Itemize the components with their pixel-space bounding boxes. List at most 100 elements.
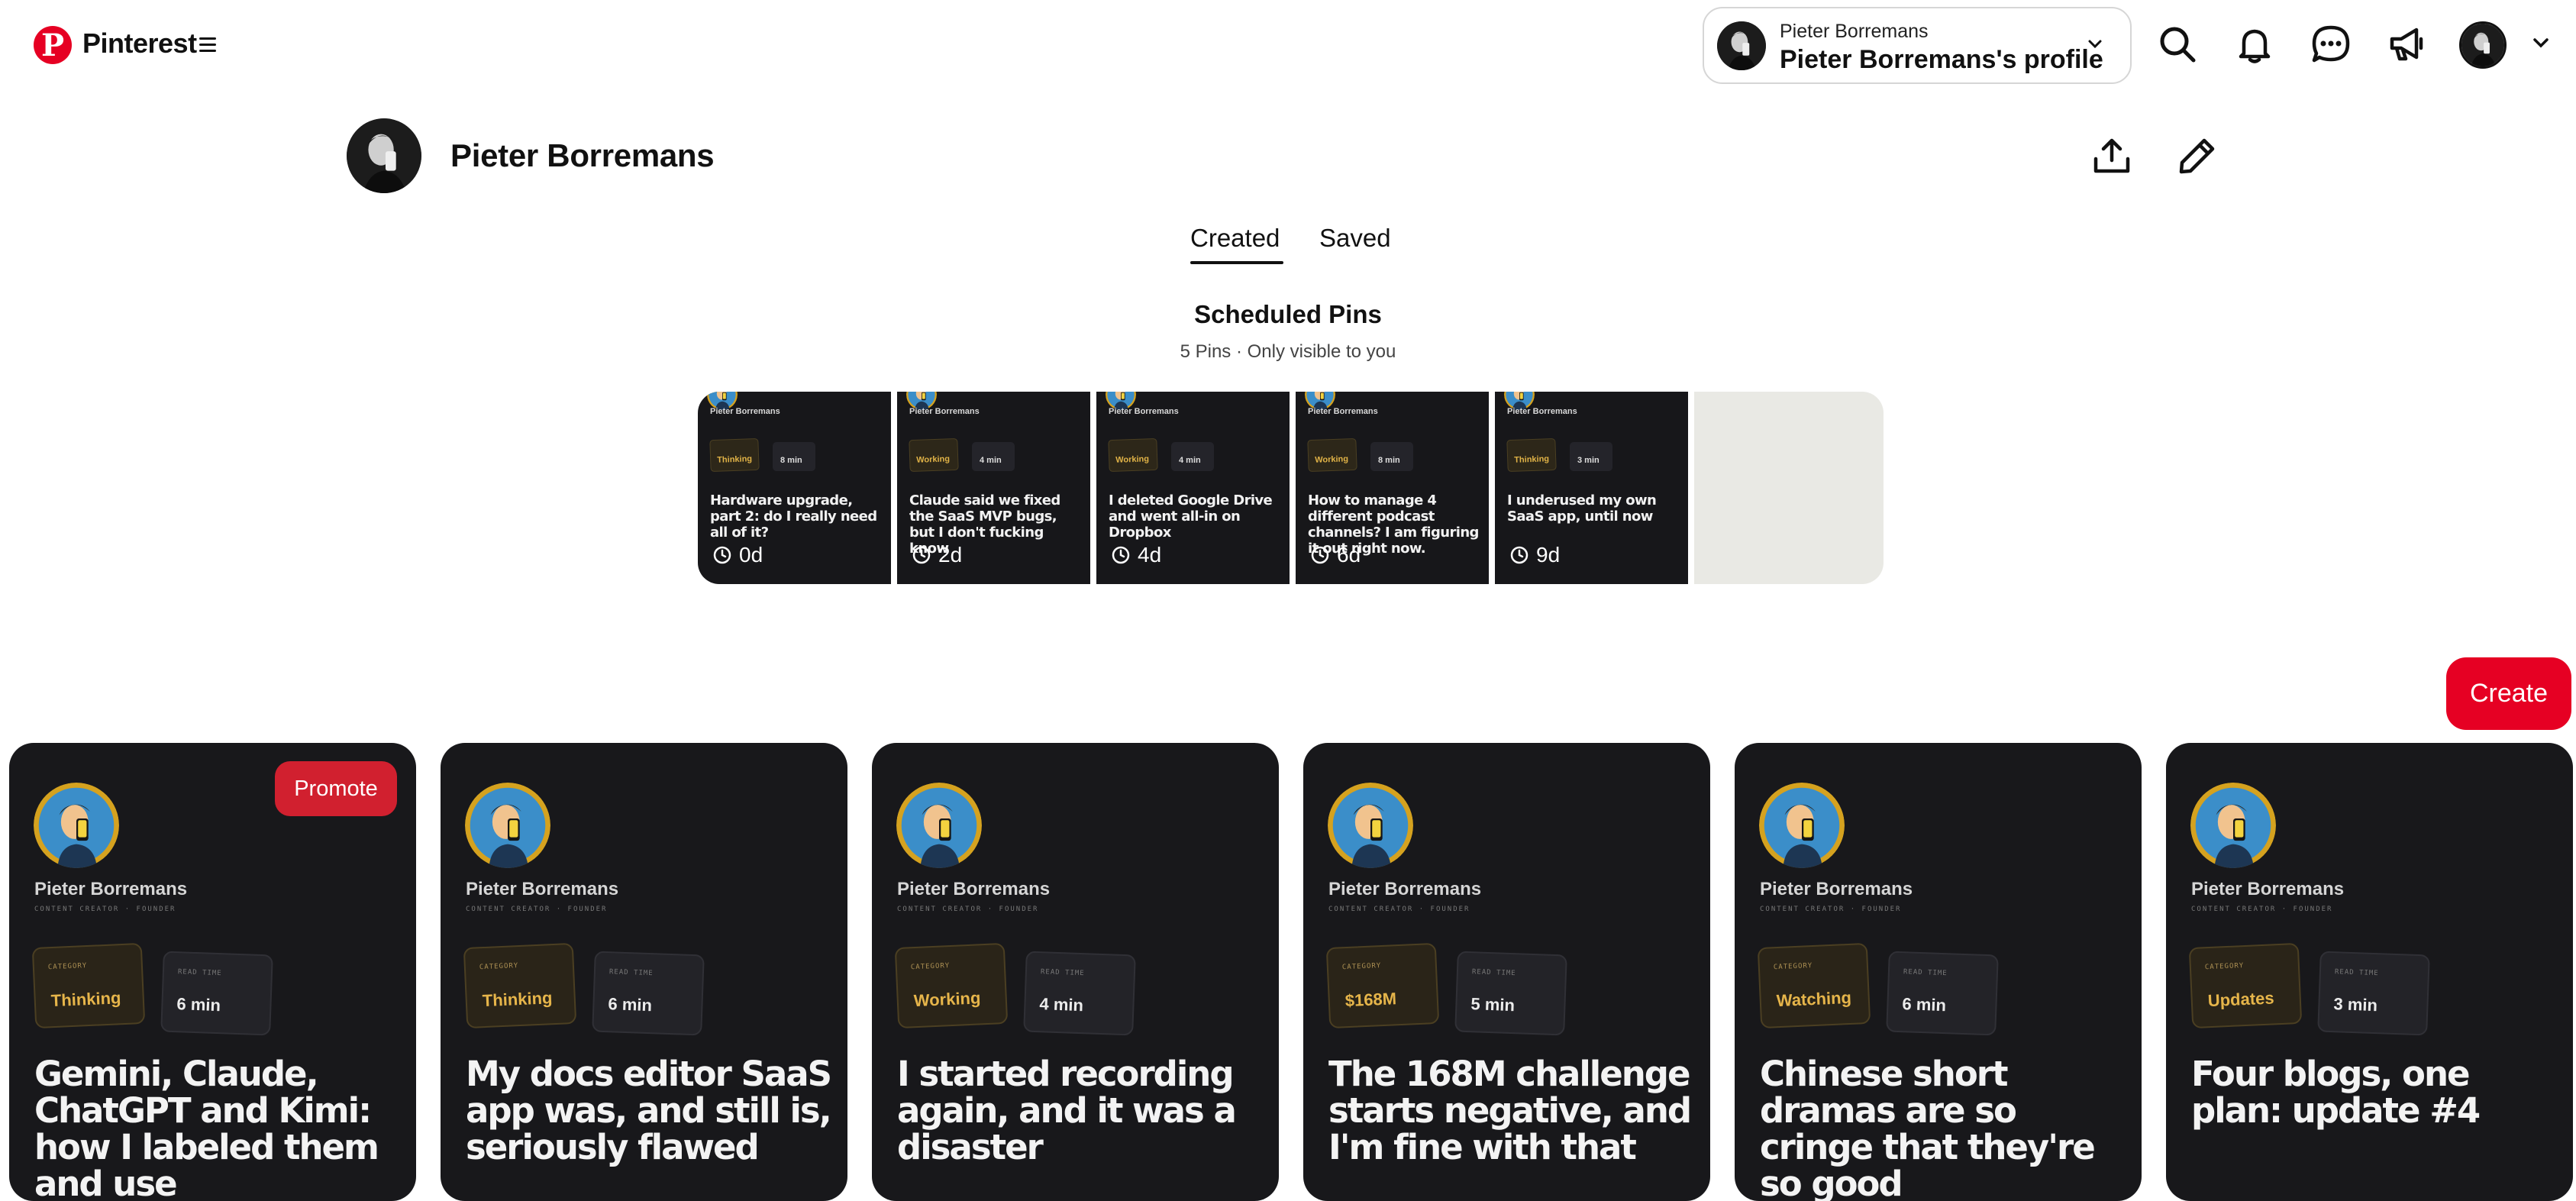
pin-read-time: READ TIME 5 min	[1454, 951, 1567, 1036]
pin-read-time: 4 min	[1171, 442, 1214, 471]
pin-read-time: READ TIME 3 min	[2317, 951, 2430, 1036]
account-switcher[interactable]: Pieter Borremans Pieter Borremans's prof…	[1703, 7, 2132, 84]
pin-author: Pieter Borremans	[897, 879, 1051, 899]
pin-read-time: 8 min	[1370, 442, 1413, 471]
pin-read-time: 4 min	[972, 442, 1015, 471]
scheduled-pins-title[interactable]: Scheduled Pins	[0, 300, 2576, 329]
pin-read-time: 8 min	[773, 442, 815, 471]
pin-category: CATEGORY $168M	[1325, 942, 1440, 1029]
pinterest-logo-icon[interactable]: P	[34, 26, 72, 64]
pin-card[interactable]: Pieter Borremans CONTENT CREATOR · FOUND…	[1735, 743, 2142, 1201]
scheduled-pin[interactable]: Pieter Borremans Working 4 min I deleted…	[1096, 392, 1290, 584]
pin-read-time: READ TIME 4 min	[1023, 951, 1136, 1036]
pin-read-time: 3 min	[1570, 442, 1612, 471]
pin-title: My docs editor SaaS app was, and still i…	[466, 1054, 832, 1167]
pin-avatar	[896, 783, 982, 868]
pin-card[interactable]: Pieter Borremans CONTENT CREATOR · FOUND…	[2166, 743, 2573, 1201]
pin-avatar	[465, 783, 550, 868]
pin-category: CATEGORY Thinking	[31, 942, 146, 1029]
scheduled-pins-board[interactable]: Pieter Borremans Thinking 8 min Hardware…	[698, 392, 1884, 584]
create-button[interactable]: Create	[2446, 657, 2571, 730]
pin-category: Working	[1307, 437, 1357, 473]
pin-read-time: READ TIME 6 min	[160, 951, 273, 1036]
account-avatar	[1717, 21, 1766, 70]
pin-author: Pieter Borremans	[909, 407, 980, 416]
scheduled-pin[interactable]: Pieter Borremans Thinking 8 min Hardware…	[698, 392, 891, 584]
pin-read-time: READ TIME 6 min	[1886, 951, 1999, 1036]
clock-icon	[1311, 546, 1329, 564]
pin-category: Working	[909, 437, 959, 473]
pin-schedule-time: 2d	[912, 543, 962, 567]
brand-name[interactable]: Pinterest	[82, 27, 197, 60]
pin-title: I deleted Google Drive and went all-in o…	[1109, 492, 1273, 541]
pin-read-time: READ TIME 6 min	[592, 951, 705, 1036]
empty-pin-slot	[1694, 392, 1884, 584]
clock-icon	[713, 546, 731, 564]
pin-role: CONTENT CREATOR · FOUNDER	[1328, 906, 1470, 913]
pin-category: Working	[1108, 437, 1158, 473]
messages-icon[interactable]	[2310, 23, 2352, 66]
chevron-down-icon[interactable]	[2532, 37, 2550, 49]
tab-created[interactable]: Created	[1190, 224, 1280, 253]
scheduled-pin[interactable]: Pieter Borremans Thinking 3 min I underu…	[1495, 392, 1688, 584]
pin-author: Pieter Borremans	[34, 879, 188, 899]
scheduled-pin[interactable]: Pieter Borremans Working 4 min Claude sa…	[897, 392, 1090, 584]
pin-role: CONTENT CREATOR · FOUNDER	[897, 906, 1039, 913]
pin-author: Pieter Borremans	[710, 407, 780, 416]
pin-category: Thinking	[709, 437, 760, 473]
pin-schedule-time: 6d	[1311, 543, 1361, 567]
pin-avatar	[34, 783, 119, 868]
user-avatar[interactable]	[2459, 21, 2507, 69]
pin-schedule-time: 0d	[713, 543, 763, 567]
pin-role: CONTENT CREATOR · FOUNDER	[1760, 906, 1902, 913]
pin-title: The 168M challenge starts negative, and …	[1328, 1054, 1692, 1167]
pin-schedule-time: 9d	[1510, 543, 1560, 567]
pin-category: CATEGORY Updates	[2188, 942, 2303, 1029]
pin-author: Pieter Borremans	[1760, 879, 1913, 899]
pin-card[interactable]: Pieter Borremans CONTENT CREATOR · FOUND…	[441, 743, 847, 1201]
clock-icon	[1112, 546, 1130, 564]
pin-role: CONTENT CREATOR · FOUNDER	[2191, 906, 2333, 913]
notifications-bell-icon[interactable]	[2233, 23, 2276, 66]
tab-saved[interactable]: Saved	[1319, 224, 1391, 253]
pin-author: Pieter Borremans	[1109, 407, 1179, 416]
pin-role: CONTENT CREATOR · FOUNDER	[466, 906, 608, 913]
profile-name: Pieter Borremans	[450, 137, 715, 173]
pin-category: Thinking	[1506, 437, 1557, 473]
account-name: Pieter Borremans	[1780, 21, 1929, 42]
menu-icon[interactable]	[199, 37, 216, 52]
pin-card[interactable]: Pieter Borremans CONTENT CREATOR · FOUND…	[872, 743, 1279, 1201]
pin-category: CATEGORY Working	[894, 942, 1009, 1029]
pin-avatar	[2190, 783, 2276, 868]
pin-author: Pieter Borremans	[2191, 879, 2345, 899]
profile-label: Pieter Borremans's profile	[1780, 45, 2103, 74]
pin-title: Hardware upgrade, part 2: do I really ne…	[710, 492, 877, 541]
pin-category: CATEGORY Watching	[1757, 942, 1871, 1029]
pin-title: Four blogs, one plan: update #4	[2191, 1054, 2481, 1131]
search-icon[interactable]	[2156, 23, 2199, 66]
pin-title: I started recording again, and it was a …	[897, 1054, 1237, 1167]
profile-avatar	[347, 118, 421, 193]
pin-title: Gemini, Claude, ChatGPT and Kimi: how I …	[34, 1054, 379, 1201]
promote-button[interactable]: Promote	[275, 761, 397, 816]
pin-author: Pieter Borremans	[466, 879, 619, 899]
edit-pencil-icon[interactable]	[2173, 131, 2222, 180]
pin-title: Chinese short dramas are so cringe that …	[1760, 1054, 2096, 1201]
pin-schedule-time: 4d	[1112, 543, 1161, 567]
scheduled-pin[interactable]: Pieter Borremans Working 8 min How to ma…	[1296, 392, 1489, 584]
pin-category: CATEGORY Thinking	[463, 942, 577, 1029]
chevron-down-icon	[2087, 39, 2103, 50]
pin-author: Pieter Borremans	[1507, 407, 1577, 416]
scheduled-pins-subtitle: 5 Pins · Only visible to you	[1180, 341, 1396, 362]
share-icon[interactable]	[2087, 131, 2136, 180]
pin-card[interactable]: Pieter Borremans CONTENT CREATOR · FOUND…	[1303, 743, 1710, 1201]
clock-icon	[912, 546, 931, 564]
active-tab-indicator	[1190, 261, 1283, 264]
pin-avatar	[1328, 783, 1413, 868]
megaphone-icon[interactable]	[2385, 23, 2428, 66]
pin-card[interactable]: Pieter Borremans CONTENT CREATOR · FOUND…	[9, 743, 416, 1201]
pin-role: CONTENT CREATOR · FOUNDER	[34, 906, 176, 913]
pin-author: Pieter Borremans	[1308, 407, 1378, 416]
pin-author: Pieter Borremans	[1328, 879, 1482, 899]
pin-title: I underused my own SaaS app, until now	[1507, 492, 1657, 525]
